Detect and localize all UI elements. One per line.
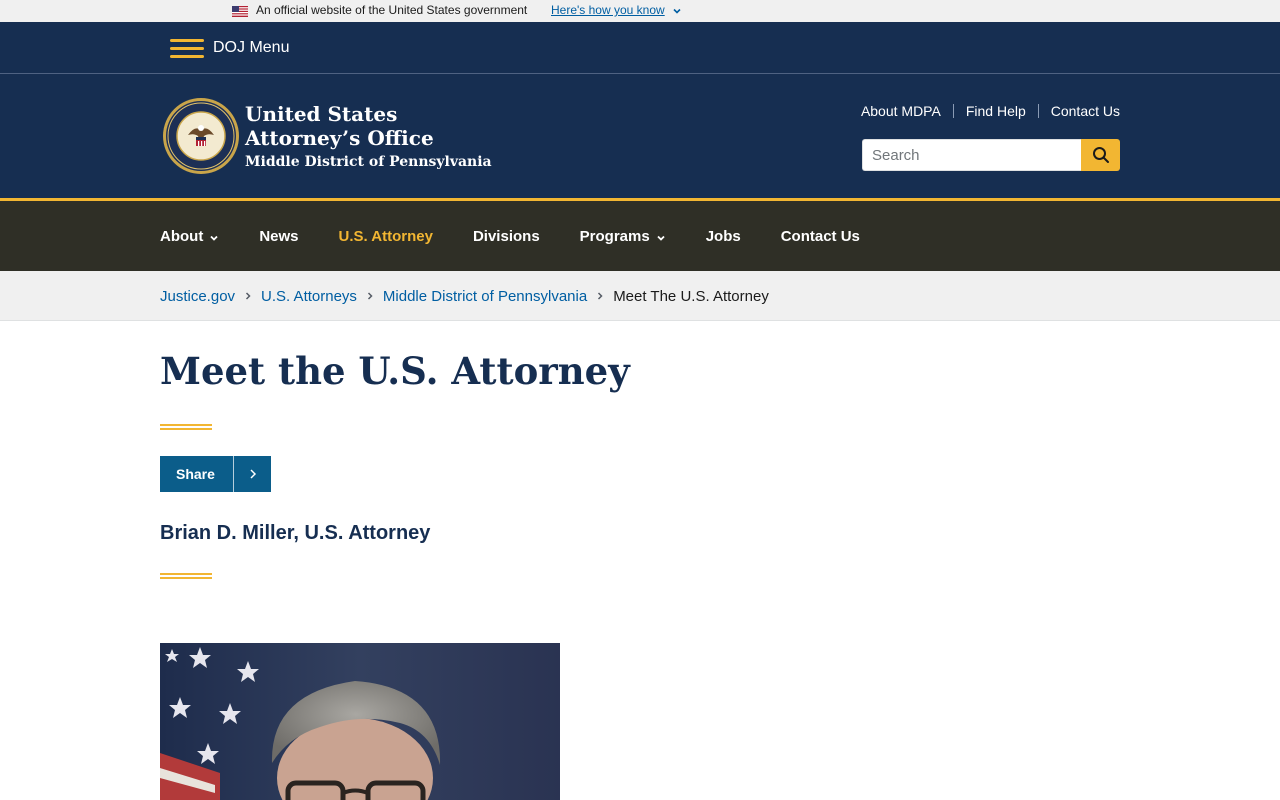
breadcrumb-link-justice-gov[interactable]: Justice.gov [160,288,235,305]
gold-divider [160,424,212,430]
chevron-down-icon [210,235,218,241]
chevron-down-icon[interactable] [671,5,683,17]
gold-divider [160,573,212,579]
site-header: United States Attorney’s Office Middle D… [0,74,1280,198]
share-divider [233,456,234,492]
nav-item-news[interactable]: News [259,228,298,245]
site-title-line3: Middle District of Pennsylvania [245,154,492,170]
nav-item-about[interactable]: About [160,228,219,245]
nav-item-programs[interactable]: Programs [580,228,666,245]
attorney-name: Brian D. Miller, U.S. Attorney [160,522,431,544]
chevron-right-icon [234,456,271,492]
utility-divider [952,104,954,118]
nav-item-label: U.S. Attorney [338,227,433,245]
search-icon [1092,147,1109,163]
page-title: Meet the U.S. Attorney [160,349,630,393]
search-input[interactable] [862,139,1081,171]
breadcrumb-link-us-attorneys[interactable]: U.S. Attorneys [261,288,357,305]
about-mdpa-link[interactable]: About MDPA [861,103,941,119]
nav-item-contact-us[interactable]: Contact Us [781,228,860,245]
contact-us-link[interactable]: Contact Us [1051,103,1120,119]
breadcrumb: Justice.gov U.S. Attorneys Middle Distri… [160,271,769,321]
nav-item-divisions[interactable]: Divisions [473,228,540,245]
main-navigation: About News U.S. Attorney Divisions Progr… [0,198,1280,271]
nav-item-jobs[interactable]: Jobs [706,228,741,245]
nav-item-label: About [160,227,204,245]
nav-item-label: News [259,227,299,245]
site-title-line1: United States [245,102,398,126]
utility-divider [1037,104,1039,118]
find-help-link[interactable]: Find Help [966,103,1026,119]
gov-banner: An official website of the United States… [0,0,1280,22]
doj-seal-logo[interactable] [162,97,240,175]
chevron-right-icon [367,292,373,300]
portrait-photo [160,643,560,800]
site-title-line2: Attorney’s Office [245,126,434,150]
doj-menu-bar: DOJ Menu [0,22,1280,74]
hamburger-icon [170,37,204,59]
nav-item-label: Divisions [472,227,540,245]
share-label: Share [176,466,215,482]
search-button[interactable] [1081,139,1120,171]
share-button[interactable]: Share [160,456,271,492]
heres-how-you-know-link[interactable]: Here's how you know [551,3,665,17]
nav-item-label: Programs [579,227,650,245]
chevron-right-icon [246,292,251,300]
official-website-text: An official website of the United States… [256,3,528,17]
breadcrumb-current: Meet The U.S. Attorney [613,287,769,305]
doj-menu-button[interactable]: DOJ Menu [170,33,289,63]
nav-item-label: Jobs [705,227,741,245]
chevron-down-icon [657,235,665,241]
breadcrumb-bar: Justice.gov U.S. Attorneys Middle Distri… [0,271,1280,321]
nav-item-us-attorney[interactable]: U.S. Attorney [339,228,433,245]
breadcrumb-link-middle-district[interactable]: Middle District of Pennsylvania [383,288,587,305]
attorney-portrait-image [160,643,560,800]
utility-links: About MDPA Find Help Contact Us [861,103,1120,119]
site-title[interactable]: United States Attorney’s Office Middle D… [245,102,492,174]
nav-item-label: Contact Us [780,227,860,245]
us-flag-icon [232,6,248,17]
chevron-right-icon [598,292,603,300]
doj-menu-label: DOJ Menu [213,39,290,56]
search-form [862,139,1120,171]
